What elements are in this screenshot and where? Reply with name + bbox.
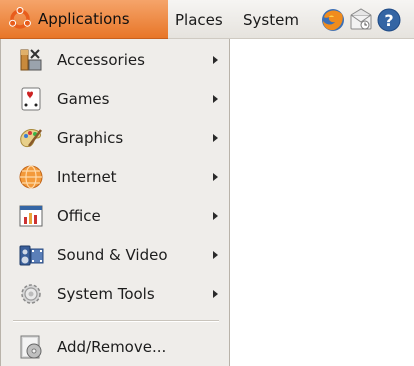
top-panel: Applications Places System ? bbox=[0, 0, 414, 39]
submenu-arrow-icon bbox=[213, 251, 218, 259]
system-tools-icon bbox=[21, 284, 41, 304]
submenu-arrow-icon bbox=[213, 95, 218, 103]
menu-item-label: Games bbox=[57, 90, 110, 108]
menu-separator bbox=[13, 320, 219, 322]
applications-menu-button[interactable]: Applications bbox=[0, 0, 168, 39]
add-remove-icon bbox=[20, 335, 42, 359]
menu-item-office[interactable]: Office bbox=[1, 198, 230, 234]
submenu-arrow-icon bbox=[213, 290, 218, 298]
games-icon bbox=[21, 87, 41, 111]
menu-item-accessories[interactable]: Accessories bbox=[1, 42, 230, 78]
menu-item-label: Sound & Video bbox=[57, 246, 168, 264]
svg-text:?: ? bbox=[384, 11, 393, 30]
menu-item-label: Office bbox=[57, 207, 101, 225]
accessories-icon bbox=[20, 49, 42, 71]
graphics-icon bbox=[20, 129, 42, 148]
panel-menu-bar: Applications Places System bbox=[0, 0, 307, 39]
submenu-arrow-icon bbox=[213, 173, 218, 181]
help-icon[interactable]: ? bbox=[376, 7, 402, 33]
mail-icon[interactable] bbox=[348, 7, 374, 33]
menu-item-system-tools[interactable]: System Tools bbox=[1, 276, 230, 312]
sound-video-icon bbox=[19, 245, 44, 266]
menu-item-label: Accessories bbox=[57, 51, 145, 69]
submenu-arrow-icon bbox=[213, 134, 218, 142]
office-icon bbox=[19, 205, 43, 227]
applications-menu-label: Applications bbox=[38, 10, 130, 28]
applications-dropdown-menu: Accessories Games Graphics Internet Offi… bbox=[0, 39, 230, 366]
menu-item-label: System Tools bbox=[57, 285, 155, 303]
system-menu-button[interactable]: System bbox=[235, 0, 307, 39]
menu-item-graphics[interactable]: Graphics bbox=[1, 120, 230, 156]
ubuntu-logo-icon bbox=[9, 7, 31, 29]
menu-item-internet[interactable]: Internet bbox=[1, 159, 230, 195]
internet-icon bbox=[19, 165, 43, 189]
firefox-icon[interactable] bbox=[320, 7, 346, 33]
menu-item-games[interactable]: Games bbox=[1, 81, 230, 117]
submenu-arrow-icon bbox=[213, 212, 218, 220]
places-menu-button[interactable]: Places bbox=[168, 0, 235, 39]
menu-item-label: Add/Remove... bbox=[57, 338, 167, 356]
system-menu-label: System bbox=[243, 10, 299, 29]
menu-item-add-remove[interactable]: Add/Remove... bbox=[1, 329, 230, 365]
places-menu-label: Places bbox=[175, 10, 223, 29]
menu-item-label: Graphics bbox=[57, 129, 124, 147]
menu-item-sound-video[interactable]: Sound & Video bbox=[1, 237, 230, 273]
menu-item-label: Internet bbox=[57, 168, 117, 186]
panel-launchers: ? bbox=[320, 0, 402, 39]
submenu-arrow-icon bbox=[213, 56, 218, 64]
